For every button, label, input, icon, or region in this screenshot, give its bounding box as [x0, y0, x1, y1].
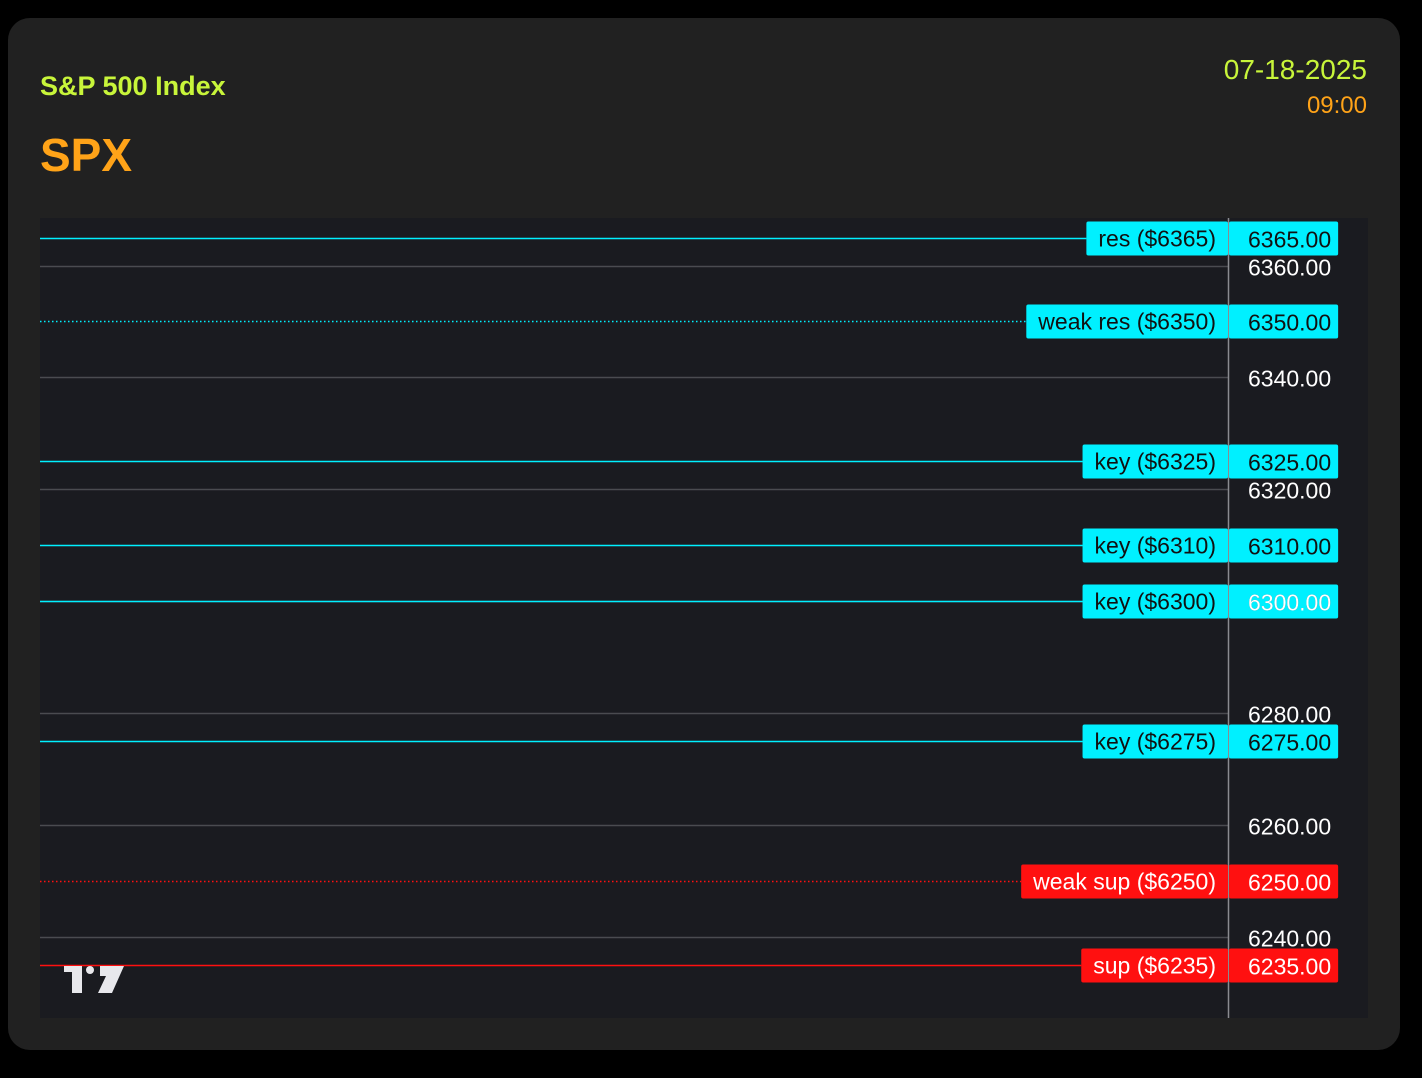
y-tick-label: 6280.00 [1248, 702, 1331, 728]
y-tick-label: 6320.00 [1248, 478, 1331, 504]
level-resistance[interactable]: weak res ($6350) 6350.00 [40, 304, 1339, 339]
level-label: key ($6310) [1095, 533, 1216, 559]
price-label: 6310.00 [1248, 534, 1331, 560]
level-resistance[interactable]: key ($6300) 6300.00 [40, 584, 1339, 619]
price-label: 6350.00 [1248, 310, 1331, 336]
level-resistance[interactable]: key ($6275) 6275.00 [40, 724, 1339, 759]
level-label: weak res ($6350) [1037, 309, 1216, 335]
chart-time: 09:00 [1306, 92, 1367, 119]
level-label: key ($6325) [1095, 449, 1216, 475]
chart-svg: res ($6365) 6365.00 weak res ($6350) 6350.0… [40, 218, 1339, 1018]
level-resistance[interactable]: res ($6365) 6365.00 [40, 221, 1339, 256]
y-tick-label: 6260.00 [1248, 814, 1331, 840]
chart-card: S&P 500 Index SPX 07-18-2025 09:00 res (… [8, 18, 1400, 1050]
level-layer: res ($6365) 6365.00 weak res ($6350) 6350.0… [40, 221, 1339, 983]
y-tick-label: 6340.00 [1248, 366, 1331, 392]
level-support[interactable]: weak sup ($6250) 6250.00 [40, 864, 1339, 899]
price-label: 6250.00 [1248, 870, 1331, 896]
level-label: weak sup ($6250) [1032, 869, 1216, 895]
ticker-symbol: SPX [40, 129, 133, 181]
tick-layer: 6360.00 6340.00 6320.00 6300.00 6280.00 6260.… [1248, 255, 1331, 952]
level-resistance[interactable]: key ($6310) 6310.00 [40, 528, 1339, 563]
level-label: key ($6300) [1095, 589, 1216, 615]
level-label: sup ($6235) [1093, 953, 1216, 979]
price-label: 6365.00 [1248, 227, 1331, 253]
y-tick-label: 6240.00 [1248, 926, 1331, 952]
price-chart[interactable]: res ($6365) 6365.00 weak res ($6350) 6350.0… [40, 218, 1368, 1018]
chart-date: 07-18-2025 [1223, 54, 1367, 85]
level-support[interactable]: sup ($6235) 6235.00 [40, 948, 1339, 983]
y-tick-label: 6360.00 [1248, 255, 1331, 281]
price-label: 6325.00 [1248, 450, 1331, 476]
index-name: S&P 500 Index [40, 71, 226, 101]
level-label: res ($6365) [1098, 226, 1216, 252]
price-label: 6275.00 [1248, 730, 1331, 756]
price-label: 6235.00 [1248, 954, 1331, 980]
y-tick-label: 6300.00 [1248, 590, 1331, 616]
level-resistance[interactable]: key ($6325) 6325.00 [40, 444, 1339, 479]
tradingview-logo-icon [64, 966, 124, 993]
level-label: key ($6275) [1095, 729, 1216, 755]
